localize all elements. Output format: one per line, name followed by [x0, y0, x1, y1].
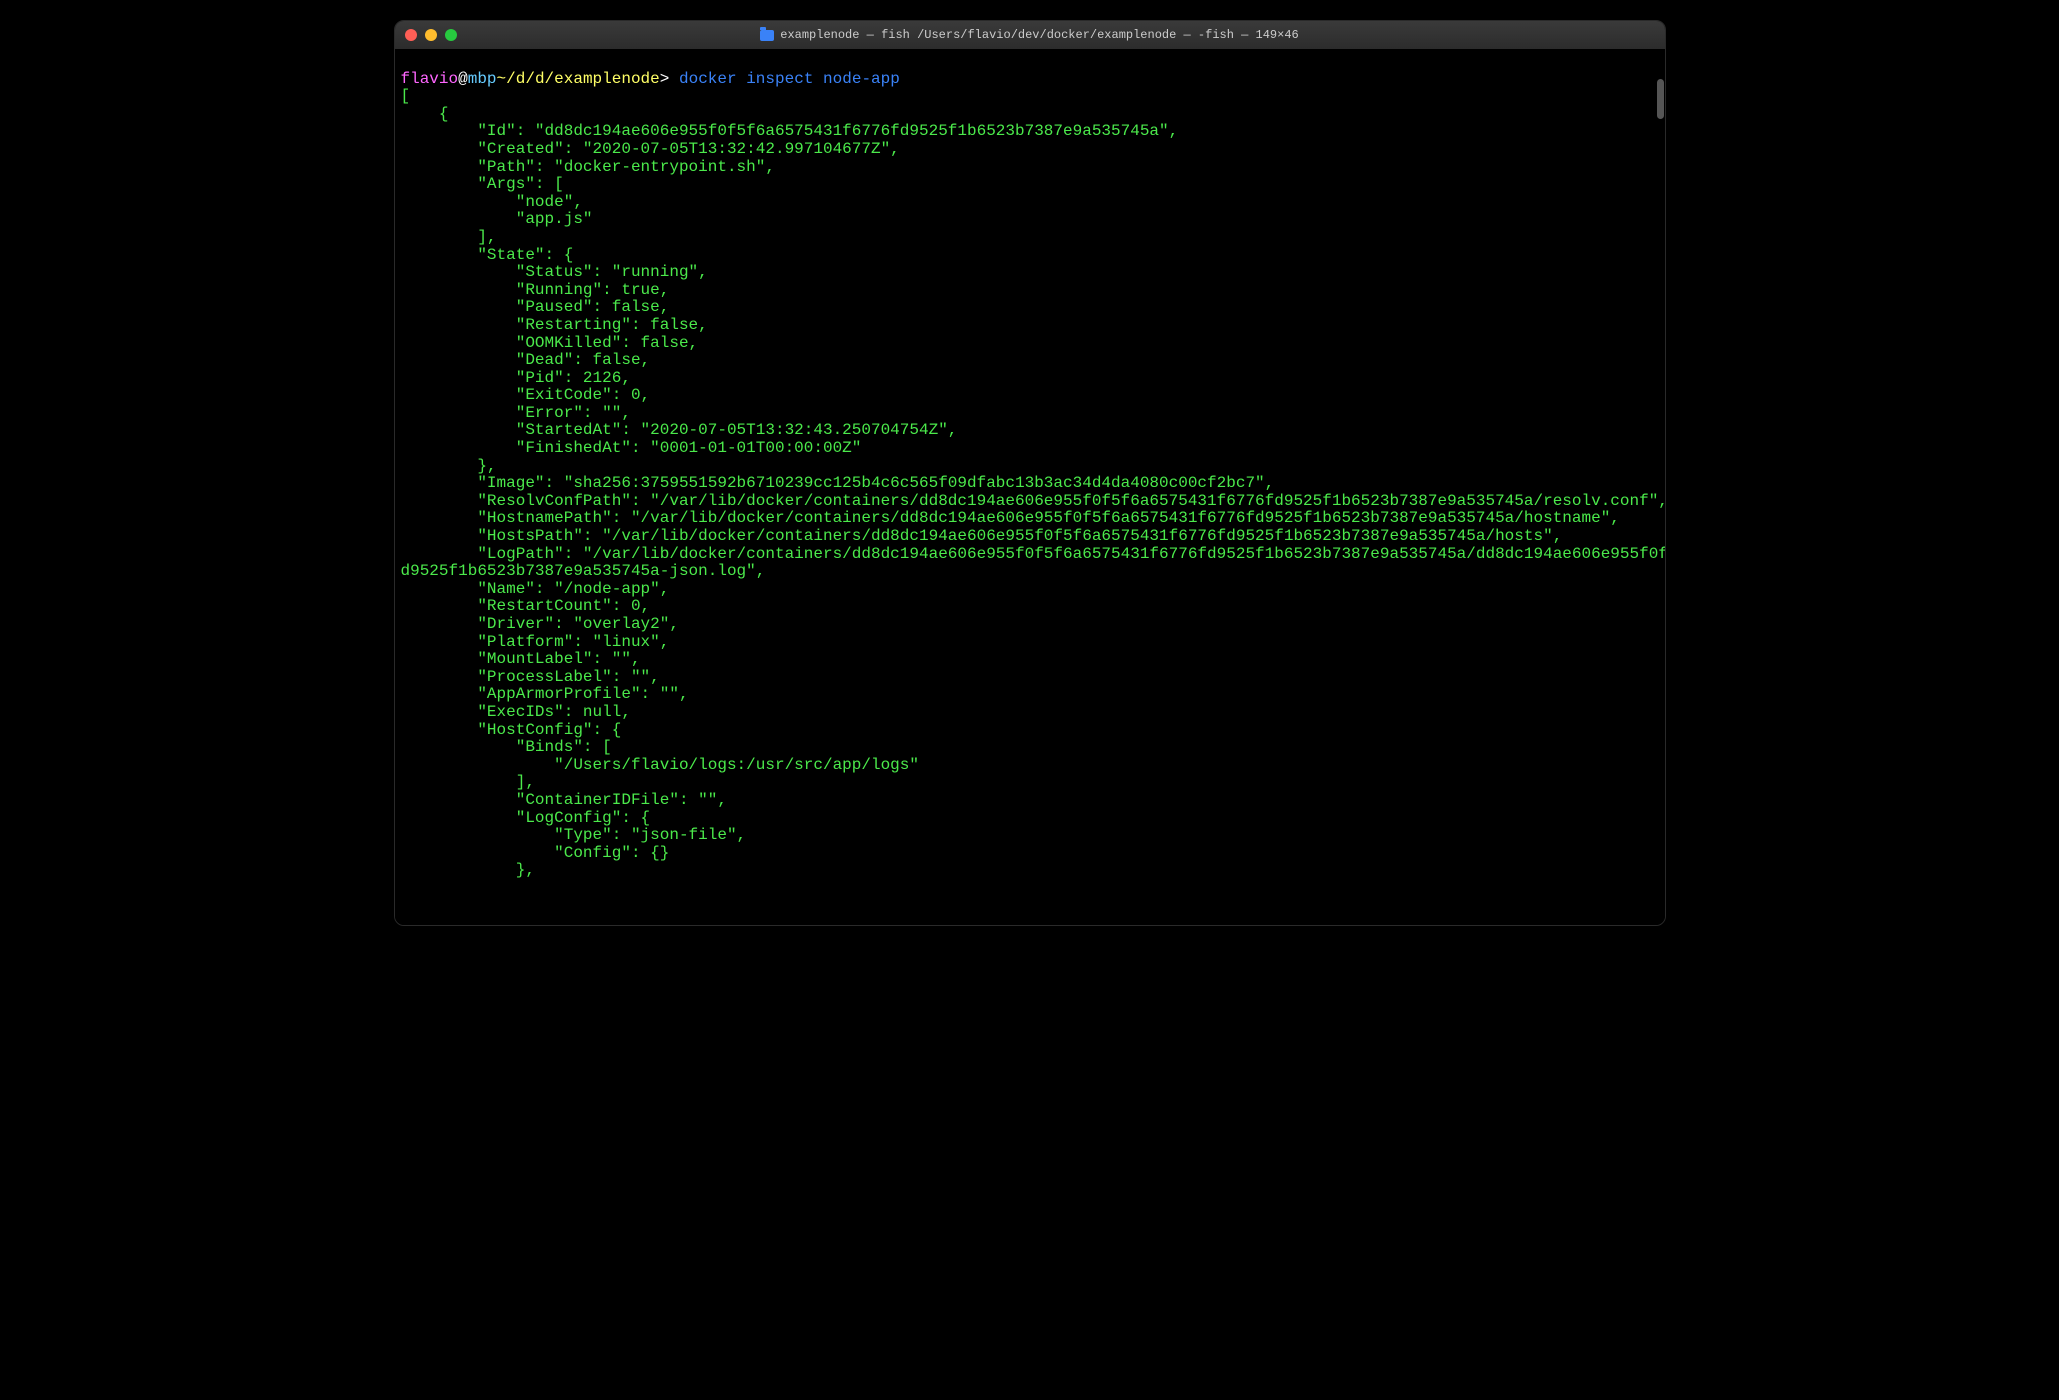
json-line: "Driver": "overlay2", — [401, 615, 679, 633]
json-line: "Created": "2020-07-05T13:32:42.99710467… — [401, 140, 900, 158]
json-line: }, — [401, 861, 535, 879]
json-line: "LogConfig": { — [401, 809, 651, 827]
json-line: "FinishedAt": "0001-01-01T00:00:00Z" — [401, 439, 862, 457]
cmd-inspect: inspect — [746, 70, 813, 88]
json-line: "StartedAt": "2020-07-05T13:32:43.250704… — [401, 421, 958, 439]
json-line: }, — [401, 457, 497, 475]
json-line: "node", — [401, 193, 583, 211]
json-line: "LogPath": "/var/lib/docker/containers/d… — [401, 545, 1665, 581]
json-line: "Platform": "linux", — [401, 633, 670, 651]
json-line: "Config": {} — [401, 844, 670, 862]
json-line: "Binds": [ — [401, 738, 612, 756]
terminal-body[interactable]: flavio@mbp~/d/d/examplenode> docker insp… — [395, 49, 1665, 925]
json-line: "HostConfig": { — [401, 721, 622, 739]
json-output: [ { "Id": "dd8dc194ae606e955f0f5f6a65754… — [401, 87, 1665, 879]
json-line: "Id": "dd8dc194ae606e955f0f5f6a6575431f6… — [401, 122, 1179, 140]
terminal-window: examplenode — fish /Users/flavio/dev/doc… — [394, 20, 1666, 926]
scrollbar[interactable] — [1657, 79, 1664, 119]
folder-icon — [760, 30, 774, 41]
json-line: "HostsPath": "/var/lib/docker/containers… — [401, 527, 1563, 545]
json-line: "ResolvConfPath": "/var/lib/docker/conta… — [401, 492, 1665, 510]
json-line: "Running": true, — [401, 281, 670, 299]
cmd-target: node-app — [823, 70, 900, 88]
json-line: "HostnamePath": "/var/lib/docker/contain… — [401, 509, 1620, 527]
json-line: "ContainerIDFile": "", — [401, 791, 727, 809]
json-line: "Name": "/node-app", — [401, 580, 670, 598]
json-line: "ExecIDs": null, — [401, 703, 631, 721]
json-line: { — [401, 105, 449, 123]
json-line: "MountLabel": "", — [401, 650, 641, 668]
json-line: "/Users/flavio/logs:/usr/src/app/logs" — [401, 756, 919, 774]
json-line: "Type": "json-file", — [401, 826, 747, 844]
json-line: "Pid": 2126, — [401, 369, 631, 387]
json-line: "Path": "docker-entrypoint.sh", — [401, 158, 775, 176]
json-line: "Status": "running", — [401, 263, 708, 281]
json-line: "Paused": false, — [401, 298, 670, 316]
prompt-host: mbp — [468, 70, 497, 88]
json-line: "ProcessLabel": "", — [401, 668, 660, 686]
json-line: "app.js" — [401, 210, 593, 228]
json-line: "Error": "", — [401, 404, 631, 422]
json-line: ], — [401, 773, 535, 791]
prompt-at: @ — [458, 70, 468, 88]
prompt-arrow: > — [660, 70, 670, 88]
json-line: "AppArmorProfile": "", — [401, 685, 689, 703]
window-title: examplenode — fish /Users/flavio/dev/doc… — [395, 28, 1665, 42]
json-line: ], — [401, 228, 497, 246]
prompt-path: ~/d/d/examplenode — [497, 70, 660, 88]
json-line: "ExitCode": 0, — [401, 386, 651, 404]
json-line: "Dead": false, — [401, 351, 651, 369]
json-line: "Args": [ — [401, 175, 564, 193]
json-line: "RestartCount": 0, — [401, 597, 651, 615]
json-line: "State": { — [401, 246, 574, 264]
window-titlebar[interactable]: examplenode — fish /Users/flavio/dev/doc… — [395, 21, 1665, 49]
json-line: [ — [401, 87, 411, 105]
json-line: "OOMKilled": false, — [401, 334, 699, 352]
json-line: "Restarting": false, — [401, 316, 708, 334]
json-line: "Image": "sha256:3759551592b6710239cc125… — [401, 474, 1275, 492]
cmd-docker: docker — [679, 70, 737, 88]
window-title-text: examplenode — fish /Users/flavio/dev/doc… — [780, 28, 1298, 42]
prompt-user: flavio — [401, 70, 459, 88]
